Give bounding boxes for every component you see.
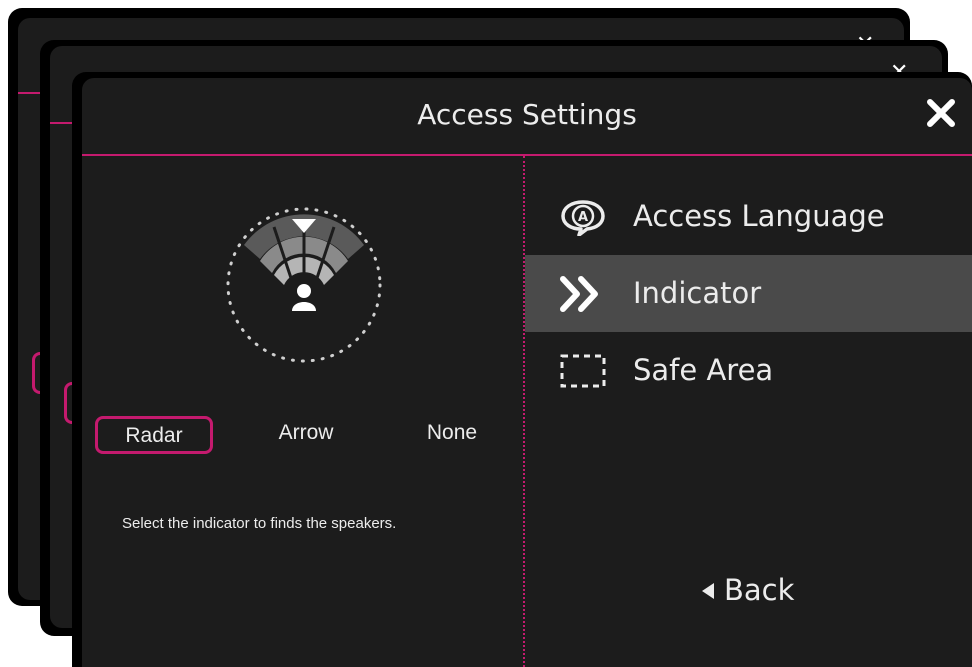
screen: ✕ ✕ Access Settings: [0, 0, 972, 667]
svg-text:A: A: [578, 210, 588, 225]
indicator-option-none[interactable]: None: [402, 414, 502, 452]
language-bubble-icon: A: [559, 198, 607, 237]
indicator-hint: Select the indicator to finds the speake…: [122, 515, 397, 532]
close-button[interactable]: [924, 96, 958, 130]
close-icon: [927, 99, 955, 127]
dialog-title: Access Settings: [417, 98, 637, 131]
menu-item-safe-area[interactable]: Safe Area: [525, 332, 972, 409]
menu-item-label: Access Language: [633, 199, 885, 233]
double-chevron-icon: [559, 275, 607, 313]
access-settings-window: Access Settings Radar Arrow None Select …: [72, 72, 972, 667]
back-arrow-icon: [702, 583, 714, 599]
access-settings-panel: Access Settings Radar Arrow None Select …: [82, 78, 972, 667]
indicator-option-arrow[interactable]: Arrow: [256, 414, 356, 452]
radar-indicator-icon: [222, 203, 386, 367]
menu-item-indicator[interactable]: Indicator: [525, 255, 972, 332]
menu-item-access-language[interactable]: A Access Language: [525, 178, 972, 255]
back-label: Back: [724, 573, 795, 607]
dialog-header: Access Settings: [82, 78, 972, 156]
indicator-option-radar[interactable]: Radar: [95, 416, 213, 454]
menu-item-label: Indicator: [633, 276, 762, 310]
dashed-frame-icon: [559, 352, 607, 390]
menu-item-label: Safe Area: [633, 353, 774, 387]
